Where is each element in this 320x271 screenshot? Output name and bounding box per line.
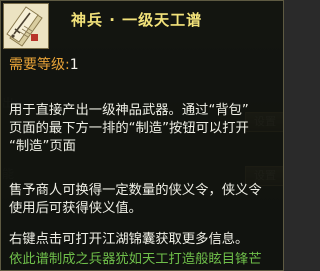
level-value: 1 xyxy=(69,57,79,73)
trade-line: 售予商人可换得一定数量的侠义令，侠义令 xyxy=(9,183,262,198)
level-label: 需要等级: xyxy=(9,57,70,73)
level-requirement: 需要等级:1 xyxy=(9,54,79,74)
description-line: “制造”页面 xyxy=(9,139,76,154)
description-line: 页面的最下方一排的“制造”按钮可以打开 xyxy=(9,121,249,136)
game-scene: 出: 能 设置 设置 神兵 · 一级天工谱 xyxy=(0,0,284,271)
item-trade-info: 售予商人可换得一定数量的侠义令，侠义令 使用后可获得侠义值。 xyxy=(9,182,262,218)
description-line: 用于直接产出一级神品武器。通过“背包” xyxy=(9,103,249,118)
right-click-hint: 右键点击可打开江湖锦囊获取更多信息。 xyxy=(9,232,249,247)
trade-line: 使用后可获得侠义值。 xyxy=(9,201,142,216)
item-title: 神兵 · 一级天工谱 xyxy=(71,11,203,29)
item-description: 用于直接产出一级神品武器。通过“背包” 页面的最下方一排的“制造”按钮可以打开 … xyxy=(9,102,249,156)
item-lore: 依此谱制成之兵器犹如天工打造般眩目锋芒 xyxy=(9,252,262,267)
item-tooltip: 神兵 · 一级天工谱 需要等级:1 用于直接产出一级神品武器。通过“背包” 页面… xyxy=(0,0,284,271)
scroll-blueprint-icon xyxy=(3,3,49,49)
